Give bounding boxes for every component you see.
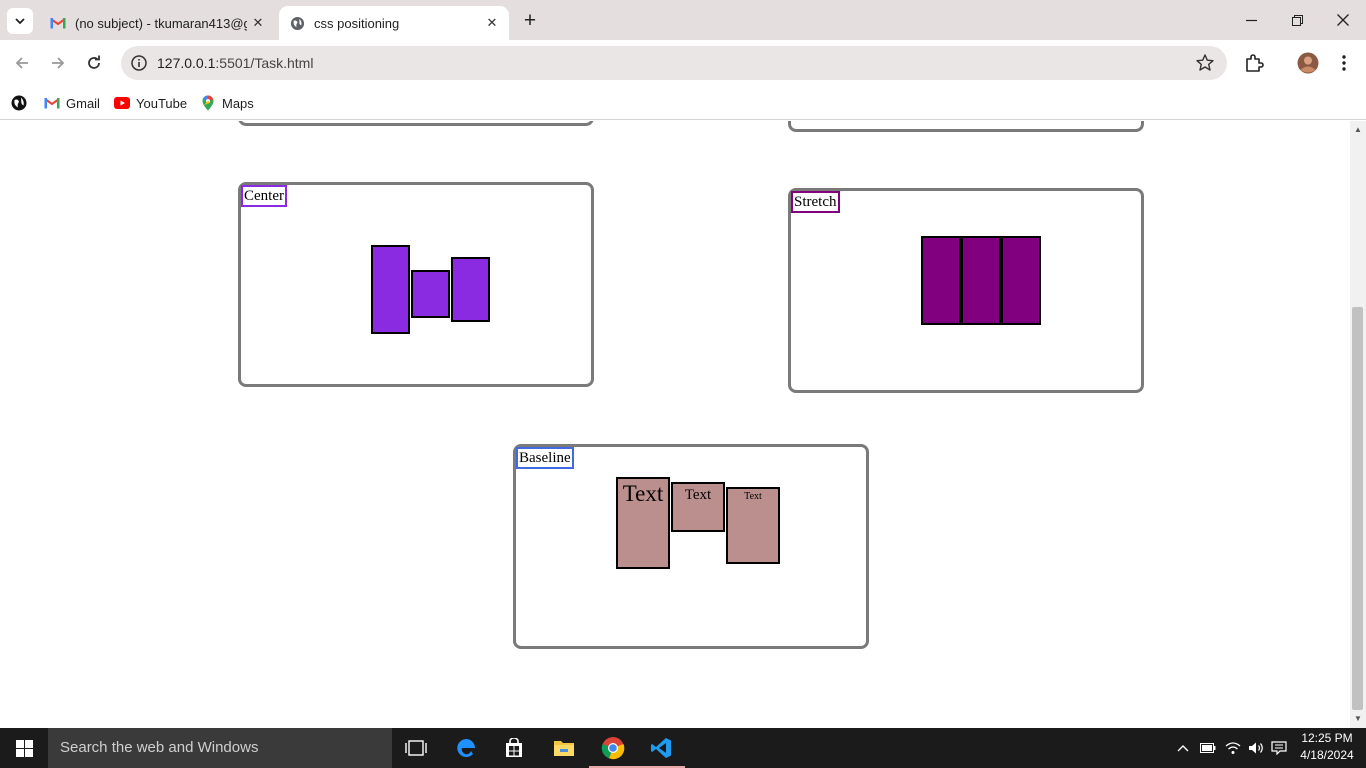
- scroll-down-arrow[interactable]: ▼: [1350, 712, 1366, 726]
- chevron-up-icon: [1177, 745, 1189, 752]
- chrome-icon: [601, 737, 625, 760]
- gmail-icon: [50, 15, 66, 31]
- volume-icon[interactable]: [1245, 728, 1267, 768]
- tab-search-button[interactable]: [7, 8, 33, 34]
- url-host: 127.0.0.1: [157, 55, 216, 71]
- menu-kebab-icon[interactable]: [1333, 52, 1355, 74]
- new-tab-button[interactable]: +: [518, 9, 542, 33]
- start-button[interactable]: [0, 728, 48, 768]
- reload-button[interactable]: [82, 51, 106, 75]
- close-icon[interactable]: ✕: [247, 15, 269, 31]
- minimize-button[interactable]: [1228, 0, 1274, 40]
- folder-icon: [554, 741, 574, 756]
- flex-box-previous-left: [238, 121, 594, 126]
- bookmark-youtube[interactable]: YouTube: [114, 92, 187, 114]
- box-label-stretch: Stretch: [791, 191, 840, 213]
- flex-box-previous-right: [788, 121, 1144, 132]
- bookmark-maps[interactable]: Maps: [200, 92, 254, 114]
- close-window-button[interactable]: [1320, 0, 1366, 40]
- arrow-left-icon: [15, 57, 28, 69]
- flex-item: Text: [616, 477, 670, 569]
- browser-toolbar: 127.0.0.1:5501/Task.html: [0, 40, 1366, 86]
- bookmarks-bar: Gmail YouTube Maps: [0, 86, 1366, 120]
- bookmark-star-icon[interactable]: [1195, 53, 1215, 73]
- youtube-icon: [114, 95, 130, 111]
- vertical-scrollbar[interactable]: ▲ ▼: [1350, 121, 1366, 728]
- taskbar-clock[interactable]: 12:25 PM 4/18/2024: [1295, 730, 1359, 764]
- tab-css-positioning[interactable]: css positioning ✕: [279, 6, 509, 40]
- tab-gmail[interactable]: (no subject) - tkumaran413@gm ✕: [40, 6, 275, 40]
- task-view-icon: [405, 740, 427, 756]
- taskbar-chrome[interactable]: [589, 728, 637, 768]
- taskbar: Search the web and Windows 12:25 PM 4/18…: [0, 728, 1366, 768]
- item-text: Text: [622, 481, 664, 506]
- flex-item: [371, 245, 410, 334]
- bookmark-gmail[interactable]: Gmail: [44, 92, 100, 114]
- close-icon[interactable]: ✕: [481, 15, 503, 31]
- arrow-right-icon: [52, 57, 65, 69]
- bookmark-label: YouTube: [136, 95, 188, 111]
- chevron-down-icon: [15, 18, 25, 25]
- item-text: Text: [744, 491, 762, 502]
- url-path: :5501/Task.html: [215, 55, 314, 71]
- globe-icon: [11, 95, 27, 111]
- reload-icon: [88, 55, 100, 69]
- scrollbar-thumb[interactable]: [1352, 307, 1363, 710]
- url-text[interactable]: 127.0.0.1:5501/Task.html: [157, 55, 313, 71]
- wifi-icon[interactable]: [1222, 728, 1244, 768]
- globe-icon: [289, 15, 305, 31]
- box-label-baseline: Baseline: [516, 447, 574, 469]
- item-text: Text: [684, 487, 712, 503]
- clock-time: 12:25 PM: [1301, 731, 1353, 745]
- gmail-icon: [44, 95, 60, 111]
- flex-item: [1001, 236, 1041, 325]
- vscode-icon: [651, 738, 671, 758]
- flex-box-center: Center: [238, 182, 594, 387]
- store-icon: [506, 738, 522, 757]
- taskbar-store[interactable]: [490, 728, 538, 768]
- flex-item: Text: [671, 482, 725, 532]
- restore-button[interactable]: [1274, 0, 1320, 40]
- battery-icon[interactable]: [1197, 728, 1219, 768]
- task-view-button[interactable]: [392, 728, 440, 768]
- taskbar-search-box[interactable]: Search the web and Windows: [48, 728, 392, 768]
- tab-title: (no subject) - tkumaran413@gm: [75, 15, 247, 31]
- profile-avatar[interactable]: [1297, 52, 1319, 74]
- tab-strip: (no subject) - tkumaran413@gm ✕ css posi…: [0, 0, 1366, 40]
- maps-icon: [200, 95, 216, 111]
- taskbar-vscode[interactable]: [637, 728, 685, 768]
- clock-date: 4/18/2024: [1300, 748, 1354, 762]
- tab-title: css positioning: [314, 15, 400, 31]
- flex-item: [961, 236, 1001, 325]
- back-button[interactable]: [10, 51, 34, 75]
- address-bar[interactable]: 127.0.0.1:5501/Task.html: [121, 46, 1227, 80]
- notifications-icon[interactable]: [1268, 728, 1290, 768]
- bookmark-label: Gmail: [66, 95, 100, 111]
- forward-button[interactable]: [46, 51, 70, 75]
- site-info-icon[interactable]: [129, 53, 149, 73]
- show-hidden-icons[interactable]: [1172, 728, 1194, 768]
- flex-box-stretch: Stretch: [788, 188, 1144, 393]
- flex-box-baseline: Baseline Text Text Text: [513, 444, 869, 649]
- flex-item: [921, 236, 961, 325]
- flex-item: Text: [726, 487, 780, 564]
- apps-button[interactable]: [11, 92, 33, 114]
- scroll-up-arrow[interactable]: ▲: [1350, 123, 1366, 137]
- taskbar-edge[interactable]: [442, 728, 490, 768]
- box-label-center: Center: [241, 185, 287, 207]
- flex-item: [411, 270, 450, 318]
- extensions-icon[interactable]: [1243, 52, 1265, 74]
- page-viewport: Center Stretch Baseline Text Text Text: [0, 121, 1350, 728]
- taskbar-file-explorer[interactable]: [540, 728, 588, 768]
- windows-logo-icon: [15, 739, 33, 757]
- edge-icon: [457, 739, 475, 757]
- flex-item: [451, 257, 490, 322]
- bookmark-label: Maps: [222, 95, 254, 111]
